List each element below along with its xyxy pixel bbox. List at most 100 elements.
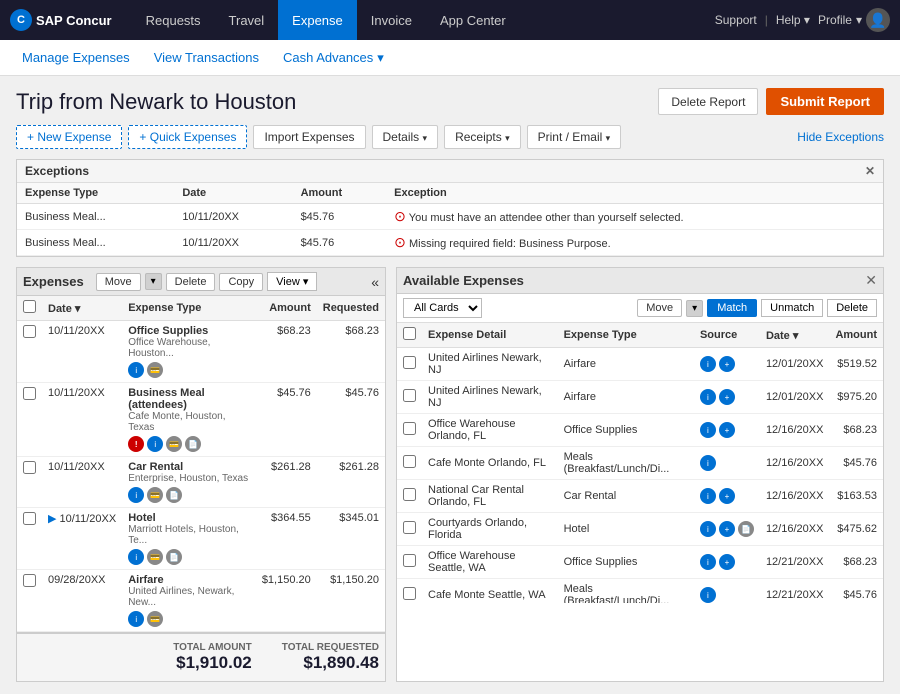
avail-row-checkbox[interactable] <box>403 356 416 369</box>
move-button[interactable]: Move <box>96 273 141 291</box>
exc-message: ⊙ You must have an attendee other than y… <box>386 204 883 230</box>
avail-col-check <box>397 323 422 348</box>
import-expenses-button[interactable]: Import Expenses <box>253 125 365 149</box>
avail-col-date[interactable]: Date ▾ <box>760 323 830 348</box>
delete-button[interactable]: Delete <box>166 273 216 291</box>
expenses-panel-toolbar: Expenses Move ▾ Delete Copy View ▾ « <box>17 268 385 296</box>
list-item: Courtyards Orlando, FloridaHoteli+📄12/16… <box>397 513 883 546</box>
exception-row: Business Meal... 10/11/20XX $45.76 ⊙ Mis… <box>17 230 883 256</box>
avail-match-button[interactable]: Match <box>707 299 757 317</box>
add-icon: + <box>719 356 735 372</box>
expense-row-check <box>17 508 42 570</box>
expense-row-checkbox[interactable] <box>23 574 36 587</box>
help-link[interactable]: Help ▾ <box>776 13 810 27</box>
expense-row-checkbox[interactable] <box>23 325 36 338</box>
info-icon: i <box>700 455 716 471</box>
avail-move-caret[interactable]: ▾ <box>686 300 703 317</box>
avail-unmatch-button[interactable]: Unmatch <box>761 299 823 317</box>
avail-type: Office Supplies <box>558 414 694 447</box>
profile-button[interactable]: Profile ▾ 👤 <box>818 8 890 32</box>
exc-col-date: Date <box>174 183 292 204</box>
add-icon: + <box>719 554 735 570</box>
top-right-nav: Support | Help ▾ Profile ▾ 👤 <box>715 8 890 32</box>
avail-date: 12/21/20XX <box>760 546 830 579</box>
quick-expenses-button[interactable]: + Quick Expenses <box>128 125 247 149</box>
view-button[interactable]: View ▾ <box>267 272 317 291</box>
list-item: United Airlines Newark, NJAirfarei+12/01… <box>397 381 883 414</box>
nav-requests[interactable]: Requests <box>132 0 215 40</box>
exc-col-exception: Exception <box>386 183 883 204</box>
avail-row-checkbox[interactable] <box>403 389 416 402</box>
avail-row-checkbox[interactable] <box>403 521 416 534</box>
avail-col-amount[interactable]: Amount <box>829 323 883 348</box>
sub-nav-manage-expenses[interactable]: Manage Expenses <box>10 40 142 76</box>
panel-collapse-icon[interactable]: « <box>371 274 379 290</box>
expense-row-check <box>17 383 42 457</box>
exc-type: Business Meal... <box>17 204 174 230</box>
avail-date: 12/16/20XX <box>760 414 830 447</box>
expand-icon[interactable]: ▶ <box>48 513 60 525</box>
avail-date: 12/01/20XX <box>760 348 830 381</box>
avail-col-source[interactable]: Source <box>694 323 760 348</box>
avail-source: i+📄 <box>694 513 760 546</box>
exceptions-header: Exceptions ✕ <box>17 160 883 183</box>
avail-row-checkbox[interactable] <box>403 455 416 468</box>
nav-invoice[interactable]: Invoice <box>357 0 426 40</box>
submit-report-button[interactable]: Submit Report <box>766 88 884 115</box>
expense-row-checkbox[interactable] <box>23 387 36 400</box>
expense-row-checkbox[interactable] <box>23 461 36 474</box>
exp-col-check <box>17 296 42 321</box>
table-row: 10/11/20XXCar RentalEnterprise, Houston,… <box>17 457 385 508</box>
delete-report-button[interactable]: Delete Report <box>658 88 758 115</box>
avail-row-check <box>397 546 422 579</box>
expense-row-checkbox[interactable] <box>23 512 36 525</box>
avail-delete-button[interactable]: Delete <box>827 299 877 317</box>
avail-move-button[interactable]: Move <box>637 299 682 317</box>
nav-travel[interactable]: Travel <box>215 0 279 40</box>
select-all-avail[interactable] <box>403 327 416 340</box>
exceptions-title: Exceptions <box>25 164 89 178</box>
avail-amount: $45.76 <box>829 579 883 604</box>
print-email-button[interactable]: Print / Email ▾ <box>527 125 622 149</box>
move-caret-button[interactable]: ▾ <box>145 273 162 290</box>
avail-row-checkbox[interactable] <box>403 587 416 600</box>
avail-panel-title: Available Expenses <box>403 273 861 288</box>
avail-close-button[interactable]: ✕ <box>865 272 877 289</box>
expense-date: 10/11/20XX <box>42 321 122 383</box>
expenses-panel-title: Expenses <box>23 274 84 289</box>
sub-nav-cash-advances[interactable]: Cash Advances ▾ <box>271 40 396 76</box>
avail-col-type[interactable]: Expense Type <box>558 323 694 348</box>
card-icon: 💳 <box>147 487 163 503</box>
avail-col-detail[interactable]: Expense Detail <box>422 323 558 348</box>
exp-col-date[interactable]: Date ▾ <box>42 296 122 321</box>
sub-nav-view-transactions[interactable]: View Transactions <box>142 40 271 76</box>
receipts-button[interactable]: Receipts ▾ <box>444 125 521 149</box>
avail-source: i+ <box>694 381 760 414</box>
hide-exceptions-link[interactable]: Hide Exceptions <box>797 130 884 144</box>
expenses-totals: TOTAL AMOUNT $1,910.02 TOTAL REQUESTED $… <box>17 632 385 681</box>
report-actions: Delete Report Submit Report <box>658 88 884 115</box>
details-button[interactable]: Details ▾ <box>372 125 439 149</box>
avail-detail: National Car Rental Orlando, FL <box>422 480 558 513</box>
avail-detail: Office Warehouse Seattle, WA <box>422 546 558 579</box>
exp-col-type[interactable]: Expense Type <box>122 296 256 321</box>
support-link[interactable]: Support <box>715 13 757 27</box>
exp-col-requested[interactable]: Requested <box>317 296 385 321</box>
cards-filter-select[interactable]: All Cards <box>403 298 482 318</box>
table-row: 09/28/20XXAirfareUnited Airlines, Newark… <box>17 570 385 632</box>
nav-app-center[interactable]: App Center <box>426 0 520 40</box>
add-icon: + <box>719 389 735 405</box>
avail-row-checkbox[interactable] <box>403 422 416 435</box>
avail-row-checkbox[interactable] <box>403 488 416 501</box>
select-all-expenses[interactable] <box>23 300 36 313</box>
copy-button[interactable]: Copy <box>219 273 263 291</box>
exp-col-amount[interactable]: Amount <box>256 296 317 321</box>
exceptions-close-button[interactable]: ✕ <box>865 164 875 178</box>
expense-type: Office SuppliesOffice Warehouse, Houston… <box>122 321 256 383</box>
nav-expense[interactable]: Expense <box>278 0 357 40</box>
avail-row-checkbox[interactable] <box>403 554 416 567</box>
list-item: National Car Rental Orlando, FLCar Renta… <box>397 480 883 513</box>
avail-detail: United Airlines Newark, NJ <box>422 348 558 381</box>
total-amount-label: TOTAL AMOUNT <box>173 642 252 653</box>
new-expense-button[interactable]: + New Expense <box>16 125 122 149</box>
